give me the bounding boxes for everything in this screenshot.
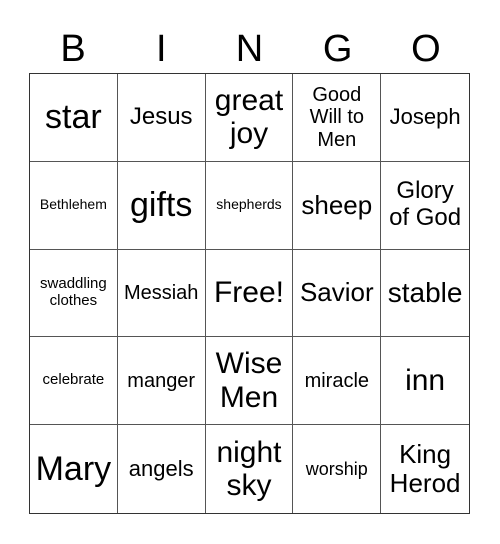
- header-letter-n: N: [235, 28, 264, 70]
- bingo-cell[interactable]: sheep: [293, 161, 382, 250]
- bingo-cell[interactable]: star: [30, 74, 118, 162]
- bingo-cell[interactable]: celebrate: [30, 337, 118, 426]
- bingo-cell[interactable]: Good Will to Men: [293, 74, 382, 162]
- bingo-cell-free[interactable]: Free!: [205, 249, 294, 338]
- bingo-cell[interactable]: Jesus: [117, 74, 206, 162]
- bingo-cell[interactable]: shepherds: [205, 161, 294, 250]
- header-letter-o: O: [411, 28, 441, 70]
- bingo-cell[interactable]: Bethlehem: [30, 161, 118, 250]
- bingo-cell[interactable]: worship: [293, 425, 382, 513]
- bingo-cell[interactable]: miracle: [293, 337, 382, 426]
- bingo-cell[interactable]: gifts: [117, 161, 206, 250]
- bingo-cell[interactable]: inn: [381, 337, 469, 426]
- bingo-cell[interactable]: Mary: [30, 425, 118, 513]
- bingo-cell[interactable]: Wise Men: [205, 337, 294, 426]
- bingo-cell[interactable]: Savior: [293, 249, 382, 338]
- bingo-cell[interactable]: Messiah: [117, 249, 206, 338]
- bingo-cell[interactable]: stable: [381, 250, 469, 338]
- bingo-cell[interactable]: great joy: [205, 74, 294, 162]
- bingo-cell[interactable]: manger: [117, 337, 206, 426]
- header-letter-g: G: [322, 28, 353, 70]
- header-letter-b: B: [60, 28, 86, 70]
- bingo-cell[interactable]: swaddling clothes: [30, 249, 118, 338]
- bingo-cell[interactable]: Joseph: [381, 74, 469, 162]
- bingo-cell[interactable]: King Herod: [381, 425, 469, 513]
- bingo-cell[interactable]: night sky: [206, 425, 294, 513]
- bingo-grid: star Jesus great joy Good Will to Men Jo…: [29, 73, 470, 514]
- bingo-cell[interactable]: angels: [118, 425, 206, 513]
- bingo-cell[interactable]: Glory of God: [381, 162, 469, 250]
- header-letter-i: I: [156, 28, 167, 70]
- bingo-header: B I N G O: [29, 26, 470, 72]
